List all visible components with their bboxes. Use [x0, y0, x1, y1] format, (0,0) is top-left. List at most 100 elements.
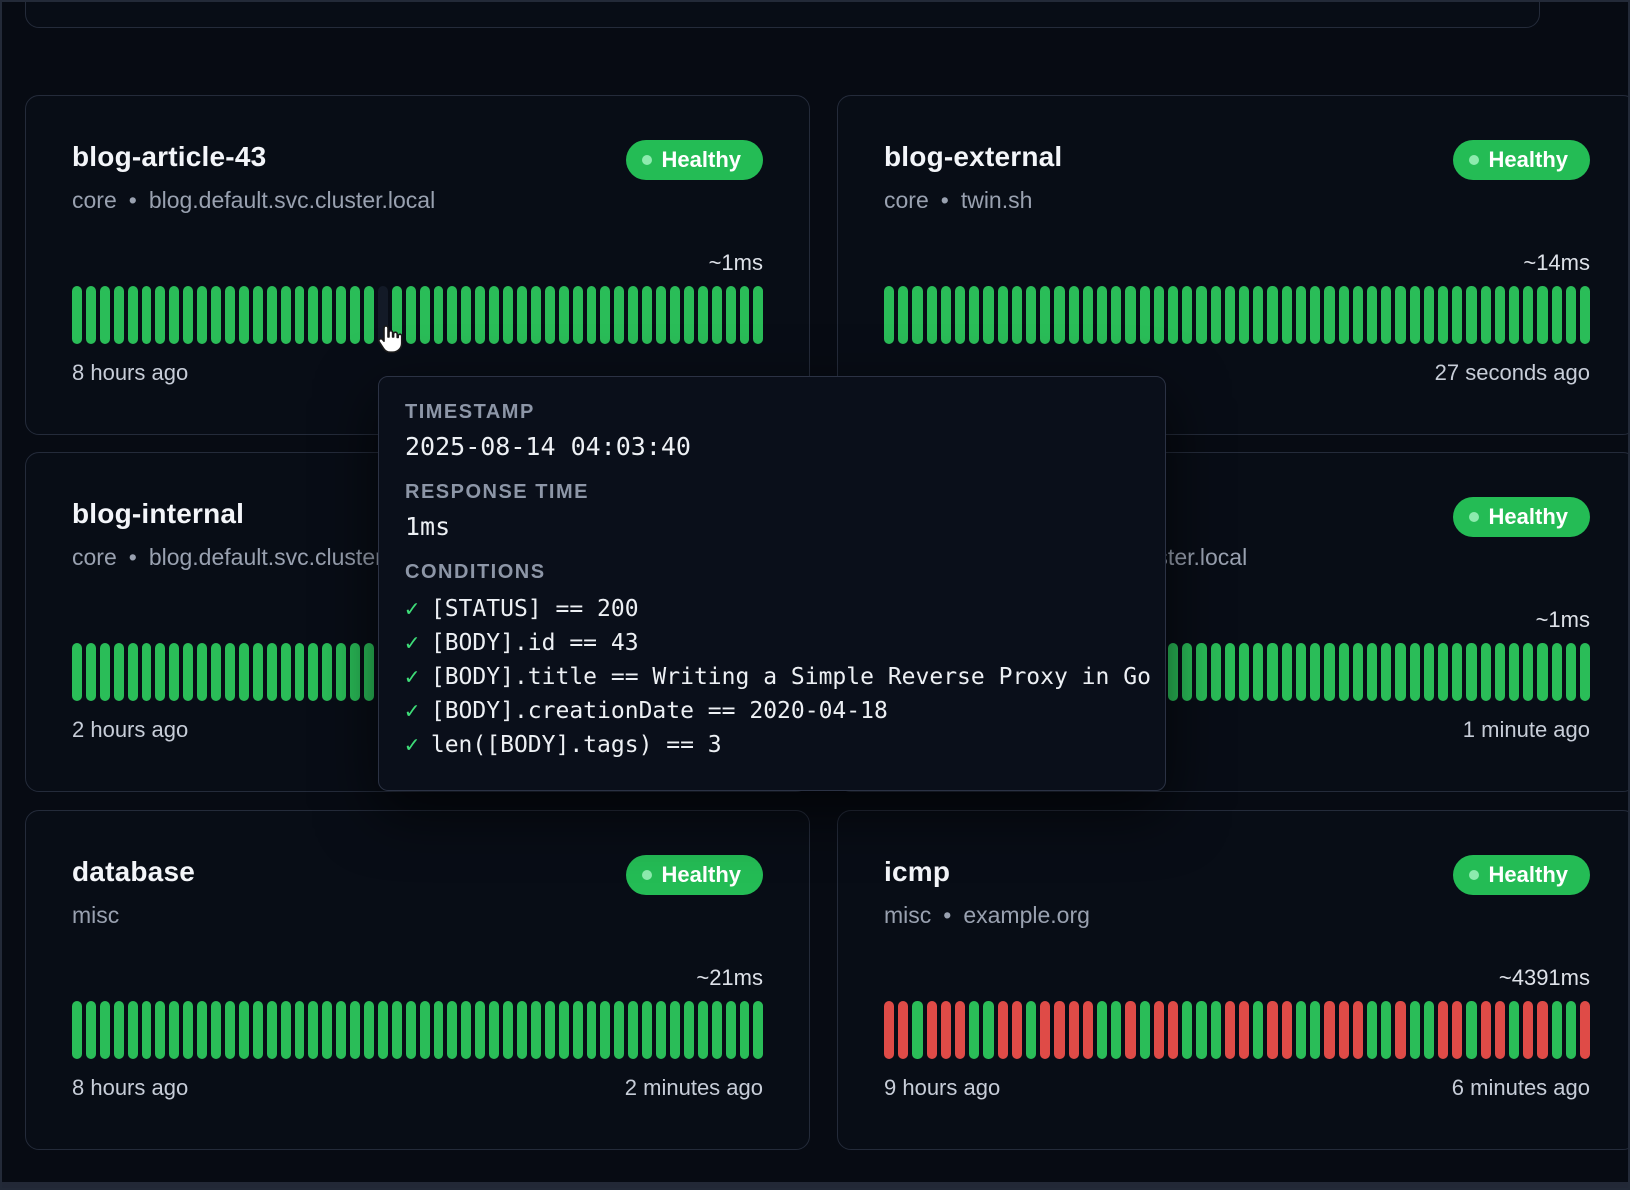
- uptime-bar[interactable]: [998, 1001, 1008, 1059]
- uptime-bar[interactable]: [912, 286, 922, 344]
- endpoint-name[interactable]: database: [72, 855, 195, 889]
- uptime-bar-chart[interactable]: [884, 1001, 1590, 1059]
- uptime-bar[interactable]: [1438, 1001, 1448, 1059]
- uptime-bar[interactable]: [1495, 1001, 1505, 1059]
- uptime-bar[interactable]: [253, 286, 263, 344]
- uptime-bar[interactable]: [1026, 1001, 1036, 1059]
- uptime-bar[interactable]: [225, 643, 235, 701]
- uptime-bar[interactable]: [1211, 643, 1221, 701]
- uptime-bar[interactable]: [461, 1001, 471, 1059]
- uptime-bar[interactable]: [336, 643, 346, 701]
- uptime-bar[interactable]: [211, 643, 221, 701]
- uptime-bar[interactable]: [1196, 1001, 1206, 1059]
- uptime-bar[interactable]: [1097, 286, 1107, 344]
- uptime-bar[interactable]: [350, 1001, 360, 1059]
- uptime-bar[interactable]: [142, 286, 152, 344]
- uptime-bar[interactable]: [267, 286, 277, 344]
- uptime-bar[interactable]: [898, 1001, 908, 1059]
- uptime-bar[interactable]: [1495, 286, 1505, 344]
- uptime-bar[interactable]: [1353, 643, 1363, 701]
- endpoint-name[interactable]: blog-article-43: [72, 140, 435, 174]
- uptime-bar[interactable]: [1211, 1001, 1221, 1059]
- uptime-bar[interactable]: [753, 1001, 763, 1059]
- uptime-bar[interactable]: [1324, 286, 1334, 344]
- uptime-bar[interactable]: [142, 643, 152, 701]
- uptime-bar[interactable]: [1282, 286, 1292, 344]
- uptime-bar[interactable]: [1509, 1001, 1519, 1059]
- uptime-bar[interactable]: [642, 1001, 652, 1059]
- uptime-bar[interactable]: [656, 1001, 666, 1059]
- uptime-bar[interactable]: [128, 643, 138, 701]
- uptime-bar[interactable]: [155, 643, 165, 701]
- uptime-bar[interactable]: [281, 286, 291, 344]
- uptime-bar[interactable]: [1111, 1001, 1121, 1059]
- uptime-bar[interactable]: [267, 1001, 277, 1059]
- uptime-bar[interactable]: [1182, 1001, 1192, 1059]
- uptime-bar[interactable]: [656, 286, 666, 344]
- uptime-bar[interactable]: [1580, 1001, 1590, 1059]
- uptime-bar[interactable]: [1267, 1001, 1277, 1059]
- uptime-bar[interactable]: [1168, 1001, 1178, 1059]
- uptime-bar[interactable]: [1253, 1001, 1263, 1059]
- uptime-bar[interactable]: [406, 1001, 416, 1059]
- uptime-bar[interactable]: [1395, 643, 1405, 701]
- uptime-bar[interactable]: [1552, 643, 1562, 701]
- uptime-bar[interactable]: [128, 286, 138, 344]
- uptime-bar-chart[interactable]: [72, 286, 763, 344]
- uptime-bar[interactable]: [1069, 286, 1079, 344]
- uptime-bar[interactable]: [1466, 286, 1476, 344]
- uptime-bar[interactable]: [912, 1001, 922, 1059]
- uptime-bar[interactable]: [1225, 643, 1235, 701]
- uptime-bar[interactable]: [1069, 1001, 1079, 1059]
- uptime-bar[interactable]: [336, 1001, 346, 1059]
- uptime-bar[interactable]: [559, 286, 569, 344]
- uptime-bar[interactable]: [712, 286, 722, 344]
- uptime-bar[interactable]: [378, 1001, 388, 1059]
- uptime-bar[interactable]: [1353, 1001, 1363, 1059]
- uptime-bar[interactable]: [1211, 286, 1221, 344]
- uptime-bar[interactable]: [1537, 1001, 1547, 1059]
- uptime-bar[interactable]: [1296, 286, 1306, 344]
- uptime-bar[interactable]: [378, 286, 388, 344]
- endpoint-card[interactable]: icmp misc•example.org Healthy ~4391ms 9 …: [837, 810, 1630, 1150]
- uptime-bar[interactable]: [545, 286, 555, 344]
- uptime-bar[interactable]: [392, 1001, 402, 1059]
- uptime-bar[interactable]: [1452, 1001, 1462, 1059]
- uptime-bar[interactable]: [1452, 286, 1462, 344]
- uptime-bar[interactable]: [670, 286, 680, 344]
- uptime-bar[interactable]: [1083, 286, 1093, 344]
- uptime-bar[interactable]: [183, 286, 193, 344]
- uptime-bar[interactable]: [86, 643, 96, 701]
- uptime-bar[interactable]: [1424, 643, 1434, 701]
- uptime-bar[interactable]: [1566, 286, 1576, 344]
- uptime-bar[interactable]: [281, 643, 291, 701]
- uptime-bar[interactable]: [1111, 286, 1121, 344]
- uptime-bar[interactable]: [1580, 286, 1590, 344]
- uptime-bar[interactable]: [684, 1001, 694, 1059]
- uptime-bar[interactable]: [1097, 1001, 1107, 1059]
- uptime-bar[interactable]: [1310, 1001, 1320, 1059]
- uptime-bar[interactable]: [225, 286, 235, 344]
- uptime-bar[interactable]: [753, 286, 763, 344]
- uptime-bar[interactable]: [600, 286, 610, 344]
- uptime-bar[interactable]: [100, 1001, 110, 1059]
- uptime-bar[interactable]: [1424, 286, 1434, 344]
- uptime-bar[interactable]: [434, 286, 444, 344]
- uptime-bar[interactable]: [1225, 1001, 1235, 1059]
- uptime-bar[interactable]: [1140, 286, 1150, 344]
- uptime-bar[interactable]: [503, 1001, 513, 1059]
- uptime-bar[interactable]: [197, 643, 207, 701]
- uptime-bar[interactable]: [114, 1001, 124, 1059]
- uptime-bar[interactable]: [461, 286, 471, 344]
- uptime-bar[interactable]: [600, 1001, 610, 1059]
- uptime-bar[interactable]: [573, 286, 583, 344]
- uptime-bar[interactable]: [1353, 286, 1363, 344]
- uptime-bar[interactable]: [698, 286, 708, 344]
- uptime-bar[interactable]: [239, 643, 249, 701]
- uptime-bar[interactable]: [142, 1001, 152, 1059]
- uptime-bar[interactable]: [955, 1001, 965, 1059]
- uptime-bar[interactable]: [183, 1001, 193, 1059]
- uptime-bar[interactable]: [1566, 643, 1576, 701]
- uptime-bar[interactable]: [1339, 643, 1349, 701]
- uptime-bar[interactable]: [898, 286, 908, 344]
